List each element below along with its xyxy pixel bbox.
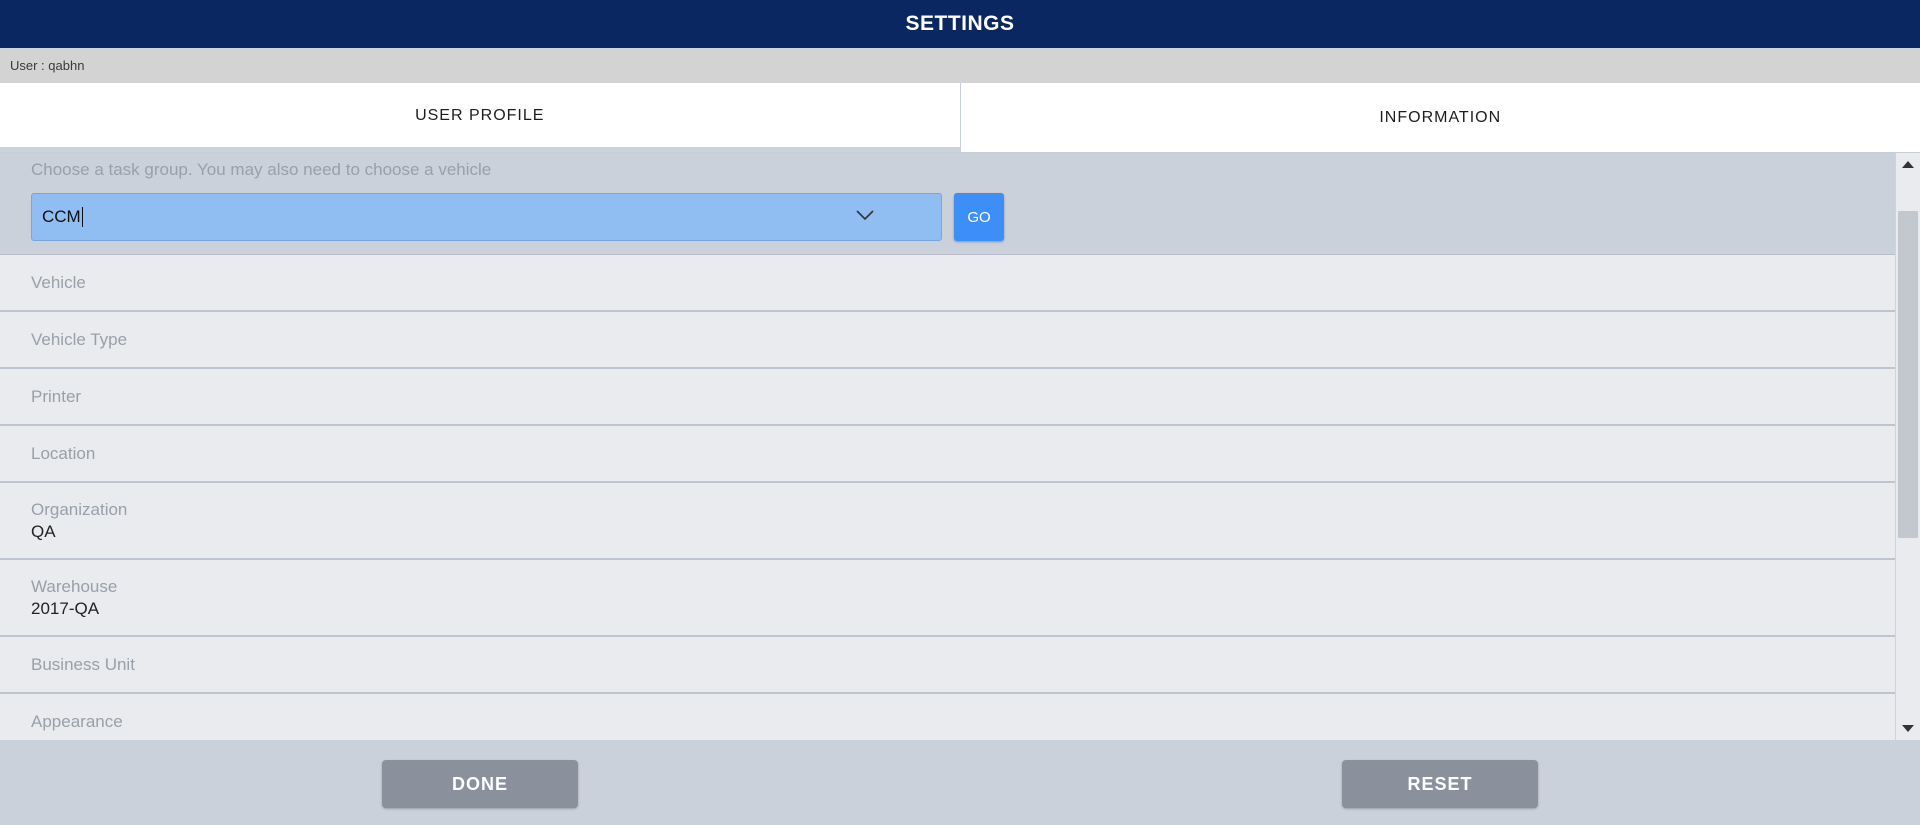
field-value: 2017-QA xyxy=(31,598,100,618)
tab-information[interactable]: INFORMATION xyxy=(959,83,1920,152)
field-organization[interactable]: Organization QA xyxy=(0,483,1895,560)
field-business-unit[interactable]: Business Unit xyxy=(0,637,1895,694)
field-label: Organization xyxy=(31,499,128,519)
page-title: SETTINGS xyxy=(0,0,1920,48)
tab-user-profile[interactable]: USER PROFILE xyxy=(0,83,960,152)
field-label: Appearance xyxy=(31,711,123,731)
task-group-section: Choose a task group. You may also need t… xyxy=(0,153,1895,255)
field-label: Printer xyxy=(31,386,82,406)
field-vehicle[interactable]: Vehicle xyxy=(0,255,1895,312)
user-label: User : qabhn xyxy=(0,48,1920,83)
field-appearance[interactable]: Appearance xyxy=(0,694,1895,740)
field-vehicle-type[interactable]: Vehicle Type xyxy=(0,312,1895,369)
settings-list: Choose a task group. You may also need t… xyxy=(0,153,1895,740)
text-cursor xyxy=(81,207,83,227)
field-location[interactable]: Location xyxy=(0,426,1895,483)
tab-bar: USER PROFILE INFORMATION xyxy=(0,83,1920,153)
field-printer[interactable]: Printer xyxy=(0,369,1895,426)
task-group-selected-value: CCM xyxy=(42,207,81,226)
done-button[interactable]: DONE xyxy=(382,760,578,808)
scroll-down-arrow-icon[interactable] xyxy=(1902,725,1914,732)
field-label: Vehicle xyxy=(31,272,86,292)
reset-button[interactable]: RESET xyxy=(1342,760,1538,808)
go-button[interactable]: GO xyxy=(954,193,1004,241)
vertical-scrollbar[interactable] xyxy=(1895,153,1920,740)
field-label: Vehicle Type xyxy=(31,329,128,349)
field-warehouse[interactable]: Warehouse 2017-QA xyxy=(0,560,1895,637)
field-label: Location xyxy=(31,443,96,463)
task-group-select[interactable]: CCM xyxy=(31,193,942,241)
footer-bar: DONE RESET xyxy=(0,740,1920,825)
task-group-instruction: Choose a task group. You may also need t… xyxy=(31,160,492,179)
scroll-up-arrow-icon[interactable] xyxy=(1902,161,1914,168)
chevron-down-icon[interactable] xyxy=(855,208,875,222)
field-label: Warehouse xyxy=(31,576,118,596)
scrollbar-thumb[interactable] xyxy=(1898,211,1918,538)
field-label: Business Unit xyxy=(31,654,135,674)
field-value: QA xyxy=(31,521,56,541)
